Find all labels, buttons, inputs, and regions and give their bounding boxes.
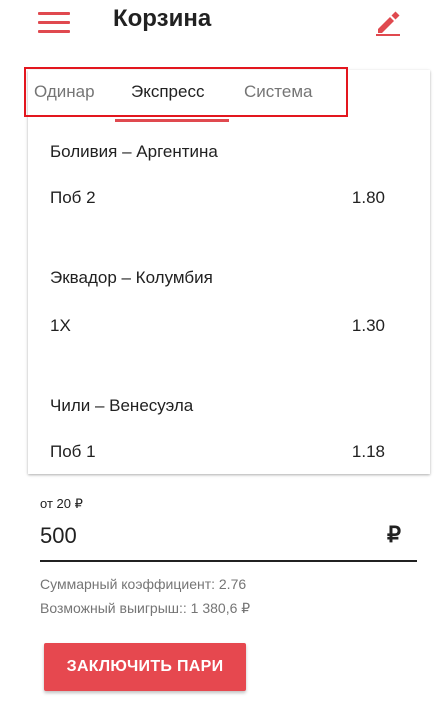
hamburger-menu-icon[interactable] [38,10,70,36]
bet-outcome: Поб 2 [50,188,96,207]
bet-odds: 1.80 [351,188,385,207]
stake-input[interactable] [40,520,375,552]
total-coefficient: Суммарный коэффициент: 2.76 [40,576,247,592]
page-title: Корзина [113,5,212,32]
bet-type-tabs: Одинар Экспресс Система [24,67,430,122]
bet-match: Чили – Венесуэла [50,396,194,415]
bet-slip-screen: Корзина Одинар Экспресс Система Боливия … [0,0,448,710]
bet-slip-card: Одинар Экспресс Система Боливия – Аргент… [24,67,430,474]
currency-symbol: ₽ [387,522,401,547]
active-tab-indicator [115,119,229,122]
stake-input-underline [40,560,417,562]
bet-match: Эквадор – Колумбия [50,268,213,287]
bet-outcome: Поб 1 [50,442,96,461]
bet-match: Боливия – Аргентина [50,142,218,161]
pencil-icon[interactable] [372,6,404,38]
bet-odds: 1.30 [351,316,385,335]
place-bet-button[interactable]: ЗАКЛЮЧИТЬ ПАРИ [44,643,246,691]
stake-min-label: от 20 ₽ [40,496,83,511]
possible-win: Возможный выигрыш:: 1 380,6 ₽ [40,600,251,616]
bet-odds: 1.18 [351,442,385,461]
app-bar: Корзина [0,0,448,46]
tabs-highlight-frame [24,67,348,117]
bet-outcome: 1X [50,316,71,335]
